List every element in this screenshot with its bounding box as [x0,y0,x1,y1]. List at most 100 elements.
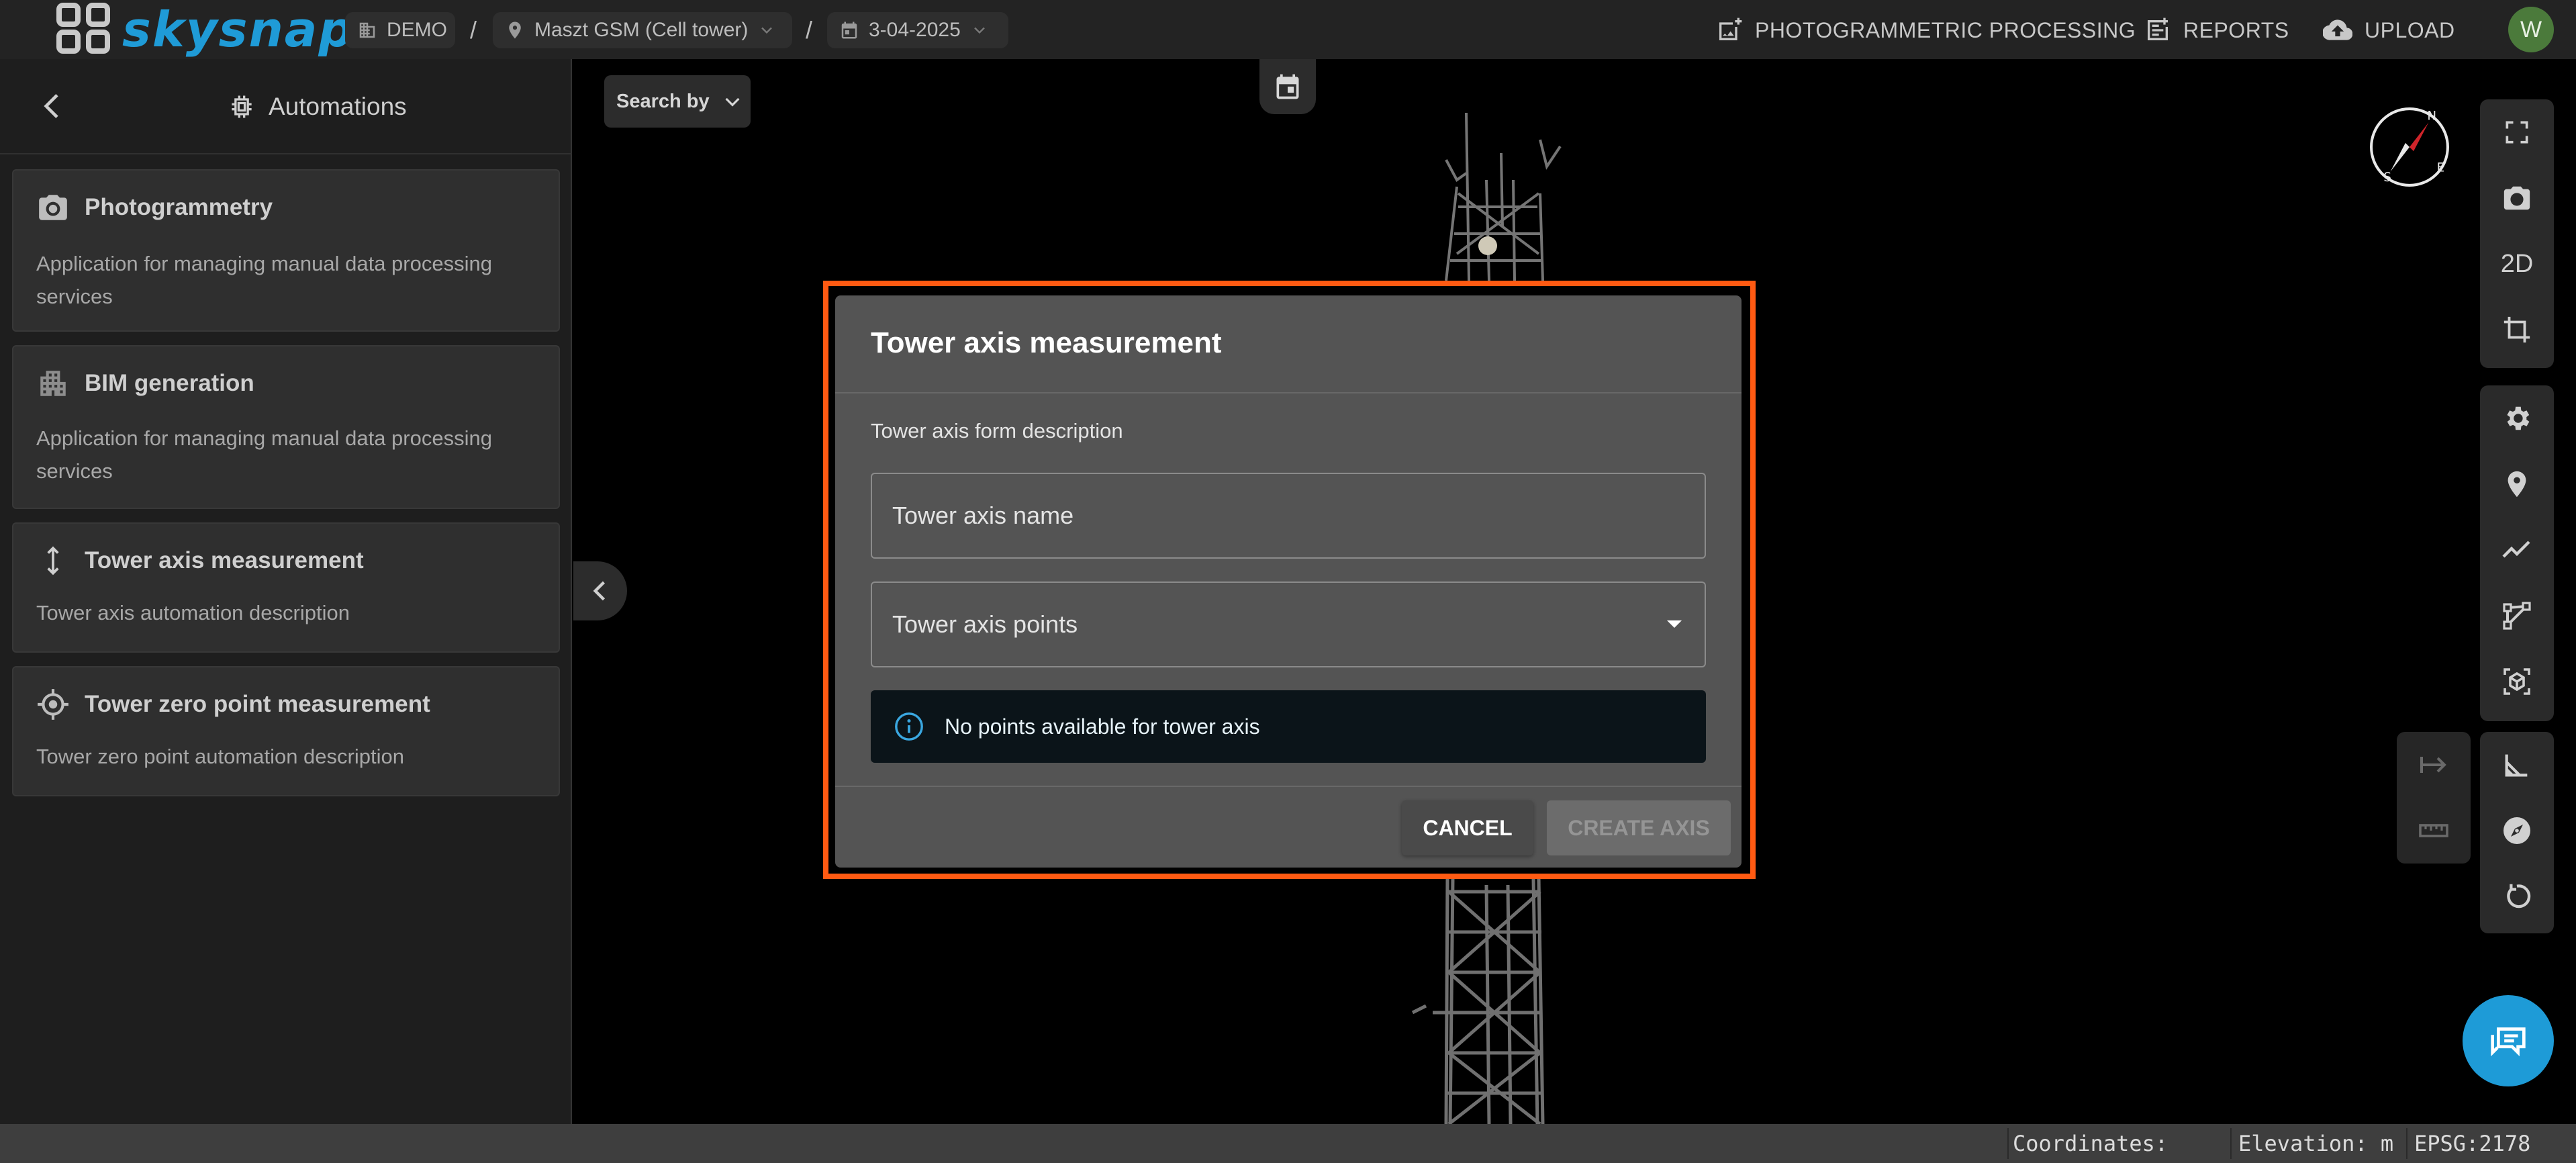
distance-to-button[interactable] [2397,735,2471,795]
crop-icon [2503,316,2530,343]
status-divider [2007,1128,2009,1159]
building-icon [359,22,375,38]
cube-icon [2503,668,2530,695]
chevron-left-icon [44,94,58,118]
svg-text:N: N [2427,109,2436,123]
automations-panel: Automations Photogrammetry Application f… [0,59,572,1124]
angle-icon [2505,754,2528,777]
back-button[interactable] [34,87,71,125]
user-avatar[interactable]: W [2508,7,2554,52]
automation-card-tower-zero-point[interactable]: Tower zero point measurement Tower zero … [12,666,560,796]
input-placeholder: Tower axis name [892,502,1074,529]
compass-icon[interactable]: N E S [2369,106,2450,188]
crosshair-icon [38,689,68,720]
elevation-readout: Elevation: m [2238,1131,2394,1156]
nav-label: UPLOAD [2365,17,2455,42]
gear-icon [2507,406,2530,430]
measure-toolbar [2480,732,2554,933]
compass-needle-icon [2503,817,2530,844]
upload-link[interactable]: UPLOAD [2323,12,2455,48]
volume-button[interactable] [2480,649,2554,714]
info-icon [895,712,923,741]
dialog-divider [835,786,1742,787]
automation-card-photogrammetry[interactable]: Photogrammetry Application for managing … [12,169,560,332]
card-description: Application for managing manual data pro… [36,252,492,308]
card-description: Tower zero point automation description [36,745,404,768]
info-message: No points available for tower axis [945,714,1260,739]
angle-measure-button[interactable] [2480,732,2554,798]
reset-rotation-button[interactable] [2480,864,2554,929]
breadcrumb-organization[interactable]: DEMO [345,12,455,48]
ruler-icon [2419,824,2448,837]
panel-header: Automations [0,59,572,154]
chat-bubbles-icon [2491,1027,2526,1057]
breadcrumb-label: Maszt GSM (Cell tower) [534,19,749,41]
breadcrumb-date[interactable]: 3-04-2025 [827,12,1008,48]
fullscreen-icon [2506,121,2528,144]
skysnap-logo[interactable]: skysnap [56,3,354,56]
panel-title-text: Automations [269,93,407,120]
crop-button[interactable] [2480,297,2554,363]
tools-toolbar [2480,385,2554,721]
dropdown-arrow-icon [1667,620,1682,628]
card-header: Photogrammetry [36,191,273,224]
search-by-dropdown[interactable]: Search by [604,75,751,128]
add-point-button[interactable] [2480,451,2554,517]
dialog-divider [835,392,1742,393]
chat-support-button[interactable] [2463,995,2554,1086]
reports-icon [2148,17,2168,41]
automation-card-tower-axis[interactable]: Tower axis measurement Tower axis automa… [12,522,560,653]
screenshot-button[interactable] [2480,165,2554,231]
add-photo-icon [1719,17,1742,41]
toggle-2d-label: 2D [2500,249,2534,278]
chevron-down-icon [973,27,985,34]
tower-axis-points-select[interactable]: Tower axis points [871,582,1706,667]
ruler-button[interactable] [2397,800,2471,861]
tower-axis-dialog: Tower axis measurement Tower axis form d… [835,295,1742,868]
chevron-down-icon [725,97,740,107]
vertical-arrows-icon [47,546,59,575]
logo-text: skysnap [122,1,354,58]
dialog-title: Tower axis measurement [871,326,1222,359]
cancel-button[interactable]: CANCEL [1402,800,1533,855]
breadcrumb-separator: / [806,16,813,44]
card-title: Tower axis measurement [85,547,364,573]
timeline-toggle-button[interactable] [1259,59,1316,114]
select-placeholder: Tower axis points [892,610,1078,638]
camera-icon [39,195,67,220]
reports-link[interactable]: REPORTS [2144,12,2289,48]
navigation-button[interactable] [2480,798,2554,864]
status-divider [2230,1128,2232,1159]
breadcrumb-project[interactable]: Maszt GSM (Cell tower) [493,12,792,48]
toggle-2d-button[interactable]: 2D [2480,231,2554,297]
card-header: BIM generation [36,367,254,400]
automation-card-bim-generation[interactable]: BIM generation Application for managing … [12,345,560,509]
top-bar: skysnap DEMO / Maszt GSM (Cell tower) / … [0,0,2576,59]
status-divider [2406,1128,2407,1159]
polygon-button[interactable] [2480,583,2554,649]
cloud-upload-icon [2323,19,2352,40]
logo-mark-icon [56,3,113,56]
card-description: Tower axis automation description [36,601,350,624]
photogrammetric-processing-link[interactable]: PHOTOGRAMMETRIC PROCESSING [1716,12,2136,48]
chevron-down-icon [761,27,773,34]
chevron-left-icon [593,581,606,601]
polygon-icon [2503,602,2531,630]
polyline-icon [2502,541,2530,558]
dialog-description: Tower axis form description [871,419,1123,443]
create-axis-button[interactable]: CREATE AXIS [1547,800,1731,855]
status-bar: Coordinates: Elevation: m EPSG:2178 [0,1124,2576,1163]
nav-label: REPORTS [2183,17,2289,42]
breadcrumb-separator: / [470,16,477,44]
panel-title: Automations [227,89,407,125]
fullscreen-button[interactable] [2480,99,2554,165]
tower-axis-name-input[interactable]: Tower axis name [871,473,1706,559]
calendar-icon [841,21,857,39]
polyline-button[interactable] [2480,517,2554,583]
view-toolbar: 2D [2480,99,2554,368]
info-alert: No points available for tower axis [871,690,1706,763]
settings-button[interactable] [2480,385,2554,451]
breadcrumb-label: 3-04-2025 [869,19,961,41]
svg-text:S: S [2383,171,2391,185]
nav-label: PHOTOGRAMMETRIC PROCESSING [1755,17,2136,42]
